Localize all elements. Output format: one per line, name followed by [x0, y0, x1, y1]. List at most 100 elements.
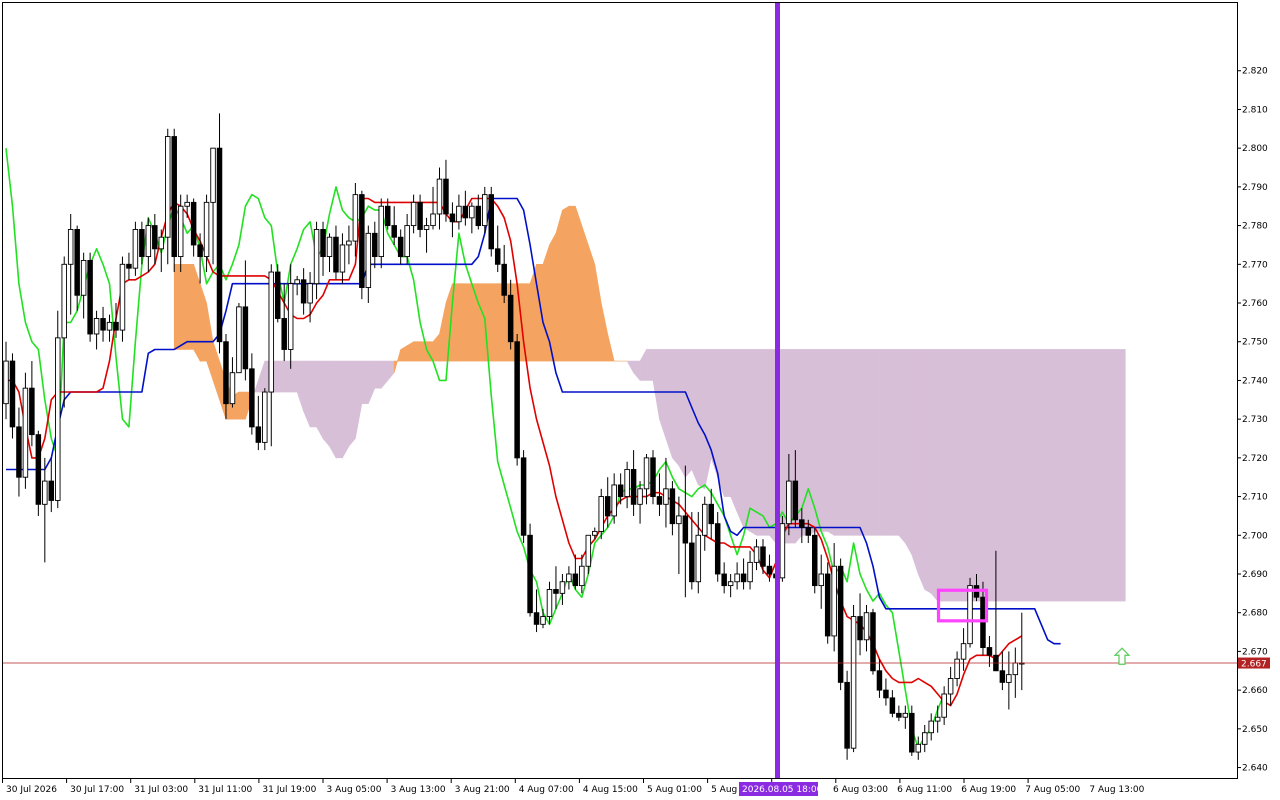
candle-body — [1012, 662, 1019, 676]
cloud-segment — [374, 360, 382, 389]
candle-body — [553, 589, 559, 594]
cloud-segment — [885, 349, 893, 536]
time-tick-label: 3 Aug 21:00 — [455, 785, 510, 795]
candle — [216, 113, 223, 354]
candle — [527, 523, 533, 617]
candle-body — [203, 201, 210, 258]
candle-body — [889, 697, 896, 714]
time-tick-label: 30 Jul 17:00 — [70, 785, 124, 795]
cloud-segment — [730, 349, 738, 513]
cloud-segment — [1086, 349, 1094, 602]
price-tick-label: 2.690 — [1242, 570, 1268, 580]
candle-body — [624, 469, 630, 498]
cloud-segment — [937, 349, 945, 602]
cloud-segment — [581, 225, 589, 362]
cloud-segment — [859, 349, 867, 536]
candle-body — [404, 225, 410, 258]
time-tick-label: 31 Jul 19:00 — [262, 785, 316, 795]
price-tick-label: 2.730 — [1242, 415, 1268, 425]
candle-body — [824, 573, 831, 637]
time-tick-label: 6 Aug 03:00 — [833, 785, 888, 795]
cloud-segment — [1034, 349, 1042, 602]
cloud-segment — [329, 360, 337, 460]
cloud-segment — [413, 341, 421, 362]
cloud-segment — [995, 349, 1003, 602]
candle-body — [708, 503, 714, 525]
cloud-segment — [1021, 349, 1029, 602]
candle-body — [579, 565, 585, 587]
candle-body — [372, 232, 378, 258]
candle — [274, 264, 281, 323]
candle-body — [488, 194, 495, 250]
price-tick-label: 2.660 — [1242, 686, 1268, 696]
cloud-segment — [963, 349, 971, 602]
candle-body — [93, 318, 100, 335]
cloud-segment — [478, 283, 486, 362]
candle-body — [132, 229, 139, 269]
candle-body — [482, 194, 488, 227]
candle-body — [300, 279, 307, 304]
candle-body — [546, 589, 553, 618]
cloud-segment — [723, 349, 731, 497]
candle-body — [145, 225, 152, 258]
cloud-segment — [316, 360, 324, 440]
cloud-segment — [833, 349, 841, 536]
candle-body — [397, 236, 404, 258]
cloud-segment — [335, 360, 343, 459]
candle-body — [359, 194, 365, 288]
candle-body — [960, 643, 967, 660]
candle-body — [55, 337, 61, 501]
candle-body — [16, 426, 22, 478]
candle-body — [365, 232, 372, 288]
candle-body — [676, 515, 682, 525]
cloud-segment — [322, 360, 330, 448]
price-tick-label: 2.680 — [1242, 609, 1268, 619]
candle-body — [870, 612, 876, 672]
candle-body — [643, 457, 650, 490]
candle-body — [119, 263, 126, 331]
price-tick-label: 2.700 — [1242, 531, 1268, 541]
cloud-segment — [458, 283, 466, 362]
cloud-segment — [1040, 349, 1048, 602]
candle-body — [650, 457, 656, 498]
candle-body — [585, 534, 592, 567]
candle-body — [494, 248, 501, 265]
cloud-segment — [1002, 349, 1010, 602]
candle — [132, 221, 139, 276]
candle — [779, 515, 786, 582]
candle-body — [274, 271, 281, 319]
price-tick-label: 2.640 — [1242, 764, 1268, 774]
candle-body — [164, 136, 171, 238]
cloud-segment — [969, 349, 977, 602]
candle-body — [863, 612, 870, 641]
price-chart[interactable]: 2.820 2.810 2.800 2.790 2.780 2.770 2.760 2.750… — [0, 0, 1280, 800]
candle-body — [177, 205, 184, 258]
candle-body — [184, 201, 190, 207]
cloud-segment — [820, 349, 828, 532]
candle-body — [533, 612, 540, 625]
candle — [35, 430, 42, 516]
candle-body — [469, 205, 475, 219]
cloud-segment — [697, 349, 706, 490]
candle — [87, 252, 93, 342]
price-tick-label: 2.740 — [1242, 376, 1268, 386]
cloud-segment — [756, 349, 764, 536]
candle-body — [236, 306, 242, 374]
candle-body — [197, 244, 203, 258]
candle-body — [753, 546, 760, 563]
candle-body — [320, 229, 326, 258]
candle-body — [475, 205, 482, 227]
candle-body — [462, 205, 469, 219]
candle-body — [669, 488, 676, 525]
cloud-segment — [342, 360, 350, 460]
candle — [262, 388, 268, 451]
candle-body — [598, 496, 604, 532]
cloud-segment — [749, 349, 757, 536]
candle-body — [876, 670, 883, 691]
cloud-segment — [1112, 349, 1120, 602]
cloud-segment — [568, 205, 576, 362]
cloud-segment — [180, 264, 188, 350]
time-tick-label: 4 Aug 07:00 — [519, 785, 574, 795]
cloud-segment — [710, 349, 719, 478]
cursor-time-label: 2026.08.05 18:00 — [742, 785, 823, 795]
